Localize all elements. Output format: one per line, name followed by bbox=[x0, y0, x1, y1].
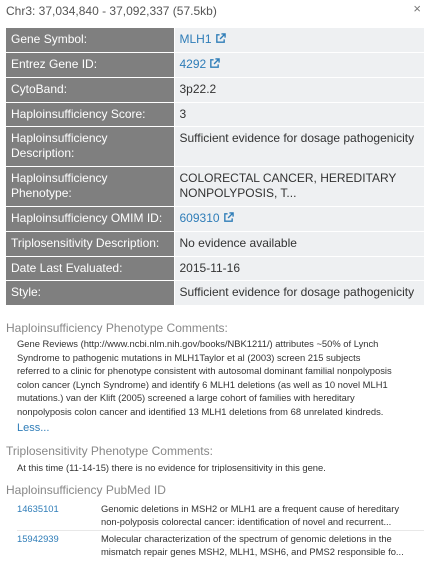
info-value: 3 bbox=[174, 102, 424, 127]
info-value: MLH1 bbox=[174, 28, 424, 53]
external-link-icon[interactable] bbox=[223, 212, 234, 227]
region-title: Chr3: 37,034,840 - 37,092,337 (57.5kb) bbox=[6, 4, 217, 18]
pubmed-table: 14635101 Genomic deletions in MSH2 or ML… bbox=[17, 501, 424, 560]
close-icon[interactable]: × bbox=[413, 1, 421, 16]
pubmed-title-cell: Genomic deletions in MSH2 or MLH1 are a … bbox=[101, 501, 424, 531]
info-label: CytoBand: bbox=[6, 77, 175, 103]
info-label: Gene Symbol: bbox=[6, 28, 175, 53]
info-row-hi-phenotype: Haploinsufficiency Phenotype: COLORECTAL… bbox=[6, 166, 424, 207]
info-label: Triplosensitivity Description: bbox=[6, 231, 175, 257]
external-link-icon[interactable] bbox=[209, 58, 220, 73]
info-row-ts-description: Triplosensitivity Description: No eviden… bbox=[6, 231, 424, 257]
info-row-hi-score: Haploinsufficiency Score: 3 bbox=[6, 102, 424, 127]
info-label: Haploinsufficiency OMIM ID: bbox=[6, 206, 175, 232]
comment-line: colon cancer (Lynch Syndrome) and identi… bbox=[17, 378, 388, 390]
comment-line: Syndrome to pathogenic mutations in MLH1… bbox=[17, 351, 361, 363]
ts-phenotype-comments: Triplosensitivity Phenotype Comments: At… bbox=[6, 444, 424, 475]
info-label: Haploinsufficiency Phenotype: bbox=[6, 166, 175, 207]
comment-text: At this time (11-14-15) there is no evid… bbox=[17, 462, 326, 473]
entrez-id-link[interactable]: 4292 bbox=[180, 57, 207, 71]
info-label: Entrez Gene ID: bbox=[6, 52, 175, 78]
comment-line: referred to a clinic for phenotype consi… bbox=[17, 365, 392, 376]
comment-text: Gene Reviews (http://www.ncbi.nlm.nih.go… bbox=[6, 337, 424, 418]
pubmed-title-cell: Molecular characterization of the spectr… bbox=[101, 531, 424, 561]
info-value: 2015-11-16 bbox=[174, 256, 424, 281]
section-title: Haploinsufficiency PubMed ID bbox=[6, 483, 166, 497]
info-row-entrez-id: Entrez Gene ID: 4292 bbox=[6, 52, 424, 78]
pubmed-row: 14635101 Genomic deletions in MSH2 or ML… bbox=[17, 501, 424, 531]
info-label: Haploinsufficiency Score: bbox=[6, 102, 175, 127]
info-label: Date Last Evaluated: bbox=[6, 256, 175, 281]
info-label: Style: bbox=[6, 280, 175, 306]
section-title: Triplosensitivity Phenotype Comments: bbox=[6, 444, 213, 458]
pubmed-row: 15942939 Molecular characterization of t… bbox=[17, 531, 424, 561]
info-value: Sufficient evidence for dosage pathogeni… bbox=[174, 126, 424, 167]
info-row-style: Style: Sufficient evidence for dosage pa… bbox=[6, 280, 424, 306]
section-title: Haploinsufficiency Phenotype Comments: bbox=[6, 321, 228, 335]
pubmed-title-line: Genomic deletions in MSH2 or MLH1 are a … bbox=[101, 503, 400, 514]
comment-line: nonpolyposis colon cancer and identified… bbox=[17, 405, 384, 417]
comment-line: mutations.) van der Klift (2005) screene… bbox=[17, 392, 355, 403]
info-row-hi-description: Haploinsufficiency Description: Sufficie… bbox=[6, 126, 424, 167]
pubmed-title-line: Molecular characterization of the spectr… bbox=[101, 533, 392, 544]
pubmed-title-line: mismatch repair genes MSH2, MLH1, MSH6, … bbox=[101, 545, 404, 557]
info-value: No evidence available bbox=[174, 231, 424, 257]
comment-line: Gene Reviews (http://www.ncbi.nlm.nih.go… bbox=[17, 338, 379, 349]
pubmed-title-line: non-polyposis colorectal cancer: identif… bbox=[101, 515, 392, 527]
info-value: COLORECTAL CANCER, HEREDITARY NONPOLYPOS… bbox=[174, 166, 424, 207]
pubmed-id-link[interactable]: 14635101 bbox=[17, 503, 59, 514]
gene-info-table: Gene Symbol: MLH1 Entrez Gene ID: 4292 C… bbox=[6, 28, 424, 306]
info-row-gene-symbol: Gene Symbol: MLH1 bbox=[6, 28, 424, 53]
info-row-cytoband: CytoBand: 3p22.2 bbox=[6, 77, 424, 103]
hi-pubmed-section: Haploinsufficiency PubMed ID 14635101 Ge… bbox=[6, 483, 424, 560]
info-value: 4292 bbox=[174, 52, 424, 78]
pubmed-id-link[interactable]: 15942939 bbox=[17, 533, 59, 544]
omim-id-link[interactable]: 609310 bbox=[180, 211, 220, 225]
hi-phenotype-comments: Haploinsufficiency Phenotype Comments: G… bbox=[6, 321, 424, 436]
less-link[interactable]: Less... bbox=[6, 422, 49, 434]
info-row-date-evaluated: Date Last Evaluated: 2015-11-16 bbox=[6, 256, 424, 281]
pubmed-id-cell: 14635101 bbox=[17, 501, 101, 531]
info-label: Haploinsufficiency Description: bbox=[6, 126, 175, 167]
info-value: 609310 bbox=[174, 206, 424, 232]
info-value: Sufficient evidence for dosage pathogeni… bbox=[174, 280, 424, 306]
external-link-icon[interactable] bbox=[215, 33, 226, 48]
gene-symbol-link[interactable]: MLH1 bbox=[180, 32, 212, 46]
info-value: 3p22.2 bbox=[174, 77, 424, 103]
info-row-omim-id: Haploinsufficiency OMIM ID: 609310 bbox=[6, 206, 424, 232]
pubmed-id-cell: 15942939 bbox=[17, 531, 101, 561]
popup-header: Chr3: 37,034,840 - 37,092,337 (57.5kb) × bbox=[0, 0, 429, 22]
